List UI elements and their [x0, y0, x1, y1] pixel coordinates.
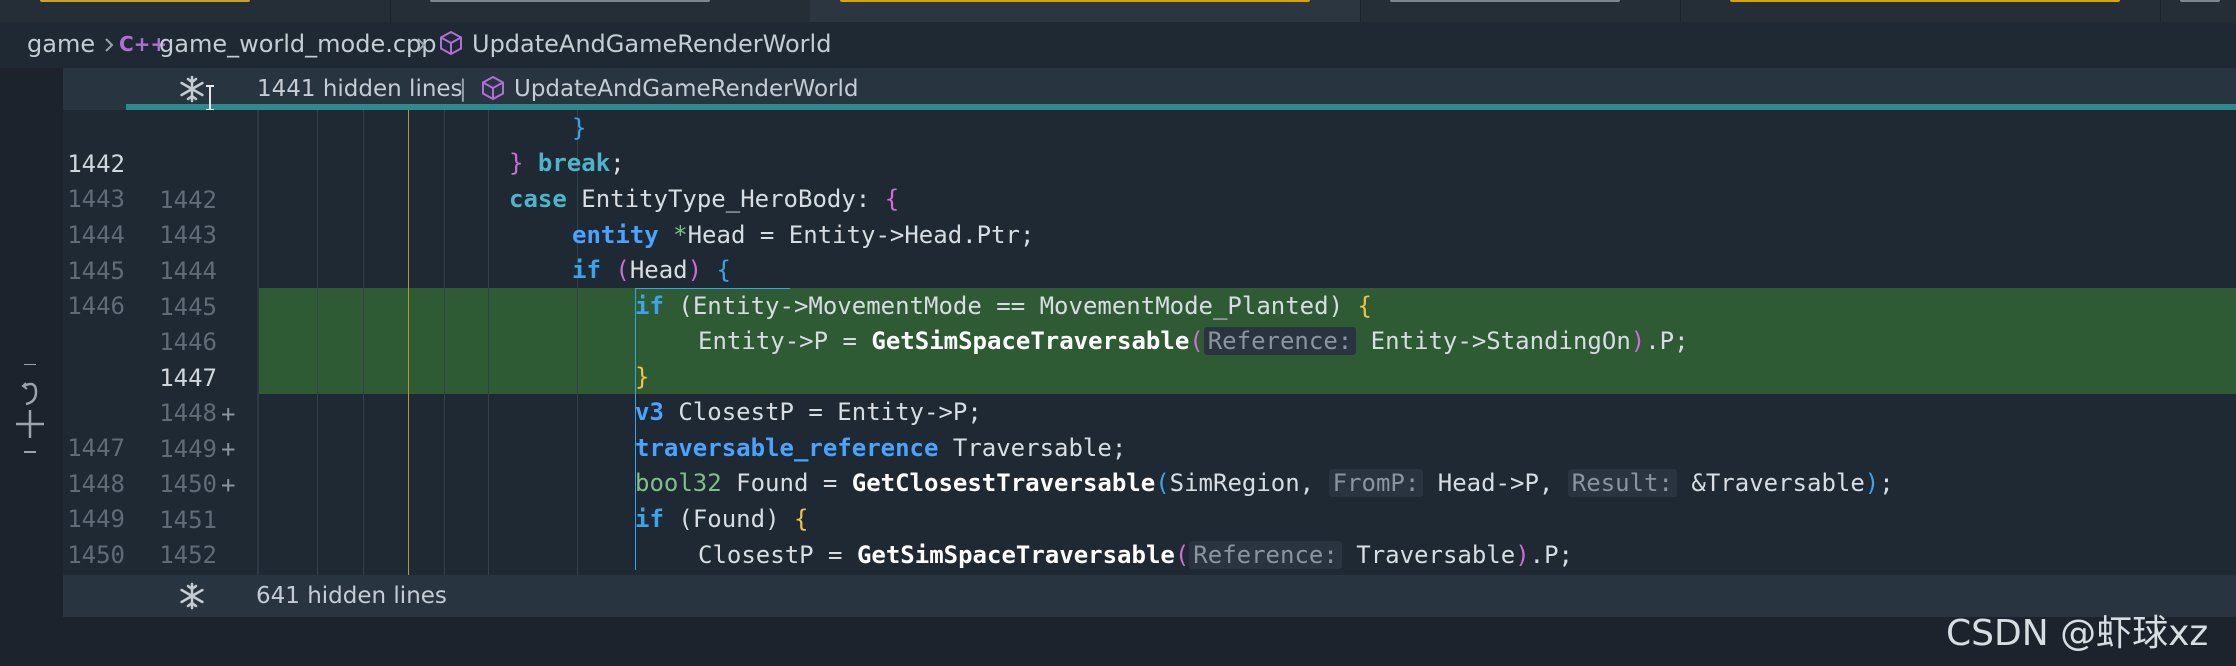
paren: ( [1174, 541, 1190, 569]
type-name: bool32 [635, 469, 722, 497]
editor-bottom-area [63, 617, 2236, 666]
added-code-line[interactable]: 1448 + Entity->P = GetSimSpaceTraversabl… [63, 323, 2236, 463]
brace: { [1357, 292, 1372, 320]
code-line[interactable]: 1449 1452 bool32 Found = GetClosestTrave… [63, 465, 2236, 569]
condition: Head [629, 256, 688, 284]
code-text: ; [1879, 469, 1894, 497]
keyword: case [509, 185, 567, 213]
argument: Entity->StandingOn [1356, 327, 1631, 355]
paren: ( [1189, 327, 1204, 355]
tab[interactable] [0, 0, 391, 22]
hidden-lines-count: 641 hidden lines [256, 583, 447, 609]
keyword: if [635, 292, 664, 320]
revert-change-icon[interactable] [14, 364, 46, 464]
case-label: EntityType_HeroBody: [581, 185, 871, 213]
unfold-snowflake-icon[interactable] [177, 581, 207, 611]
condition: Found [692, 505, 766, 533]
keyword: if [572, 256, 601, 284]
breadcrumb-file[interactable]: game_world_mode.cpp [159, 30, 437, 58]
type-name: traversable_reference [635, 434, 939, 462]
keyword: if [635, 505, 664, 533]
parameter-hint: Reference: [1189, 541, 1342, 569]
breadcrumb-symbol[interactable]: UpdateAndGameRenderWorld [472, 30, 831, 58]
tab[interactable] [1360, 0, 1681, 22]
code-text: Found = [721, 469, 852, 497]
type-name: v3 [635, 398, 664, 426]
punct: ; [610, 149, 625, 177]
brace: { [793, 505, 809, 533]
paren: ) [1864, 469, 1880, 497]
code-line[interactable]: 1442 1442 } [63, 110, 2236, 214]
paren: ) [1630, 327, 1646, 355]
fold-separator: | [459, 76, 467, 102]
text-cursor-icon [206, 85, 214, 111]
argument: Head->P, [1423, 469, 1568, 497]
brace: { [716, 256, 731, 284]
tab[interactable] [2160, 0, 2236, 22]
paren: ( [678, 505, 693, 533]
argument: SimRegion, [1169, 469, 1329, 497]
diff-gutter [0, 68, 63, 666]
function-name: GetClosestTraversable [851, 469, 1156, 497]
paren: ( [678, 292, 693, 320]
code-text: ClosestP = Entity->P; [663, 398, 982, 426]
pointer-star: * [673, 221, 688, 249]
paren: ) [1515, 541, 1530, 569]
argument: &Traversable [1676, 469, 1865, 497]
code-text: Traversable; [938, 434, 1127, 462]
type-name: entity [572, 221, 659, 249]
paren: ) [765, 505, 780, 533]
chevron-right-icon [105, 38, 114, 52]
brace: { [884, 185, 900, 213]
paren: ) [687, 256, 703, 284]
code-line[interactable]: 1445 1445 entity *Head = Entity->Head.Pt… [63, 217, 2236, 321]
code-text: Entity->P = [698, 327, 872, 355]
brace: } [509, 149, 524, 177]
function-name: GetSimSpaceTraversable [856, 541, 1175, 569]
condition: Entity->MovementMode == MovementMode_Pla… [692, 292, 1329, 320]
fold-symbol: UpdateAndGameRenderWorld [514, 76, 859, 102]
breadcrumb-folder[interactable]: game [27, 30, 95, 58]
breadcrumb: game C++ game_world_mode.cpp UpdateAndGa… [0, 22, 2236, 68]
parameter-hint: Reference: [1203, 327, 1357, 355]
code-line[interactable]: 1444 1444 case EntityType_HeroBody: { [63, 181, 2236, 285]
tab[interactable] [390, 0, 811, 22]
code-line[interactable]: 1450 1453 if (Found) { [63, 501, 2236, 569]
code-line[interactable]: 1446 1446 if (Head) { [63, 252, 2236, 356]
paren: ( [615, 256, 630, 284]
argument: Traversable [1341, 541, 1516, 569]
added-code-line[interactable]: 1447 + if (Entity->MovementMode == Movem… [63, 288, 2236, 428]
keyword: break [537, 149, 611, 177]
parameter-hint: FromP: [1328, 469, 1424, 497]
tab-active[interactable] [810, 0, 1361, 22]
code-text: Head = Entity->Head.Ptr; [687, 221, 1035, 249]
method-cube-icon [440, 30, 462, 56]
added-code-line[interactable]: 1449 + } [63, 359, 2236, 499]
code-text: .P; [1645, 327, 1689, 355]
tab-strip [0, 0, 2236, 22]
code-line[interactable]: 1447 1450 v3 ClosestP = Entity->P; [63, 394, 2236, 498]
code-line[interactable]: 1451 1454 ClosestP = GetSimSpaceTraversa… [63, 537, 2236, 573]
paren: ( [1155, 469, 1170, 497]
paren: ) [1328, 292, 1344, 320]
tab[interactable] [1680, 0, 2161, 22]
code-line[interactable]: 1443 1443 } break; [63, 145, 2236, 249]
diff-editor[interactable]: 1442 1442 } 1443 1443 } break; 1444 1444… [63, 110, 2236, 575]
watermark: CSDN @虾球xz [1946, 613, 2209, 654]
brace: } [635, 363, 650, 391]
fold-region-bottom[interactable]: 641 hidden lines [63, 575, 2236, 617]
function-name: GetSimSpaceTraversable [871, 327, 1190, 355]
code-text: .P; [1529, 541, 1573, 569]
hidden-lines-count: 1441 hidden lines [257, 76, 463, 102]
method-cube-icon [482, 75, 504, 101]
parameter-hint: Result: [1567, 469, 1677, 497]
code-line[interactable]: 1448 1451 traversable_reference Traversa… [63, 430, 2236, 534]
brace: } [572, 114, 587, 142]
chevron-right-icon [417, 38, 426, 52]
code-text: ClosestP = [698, 541, 857, 569]
